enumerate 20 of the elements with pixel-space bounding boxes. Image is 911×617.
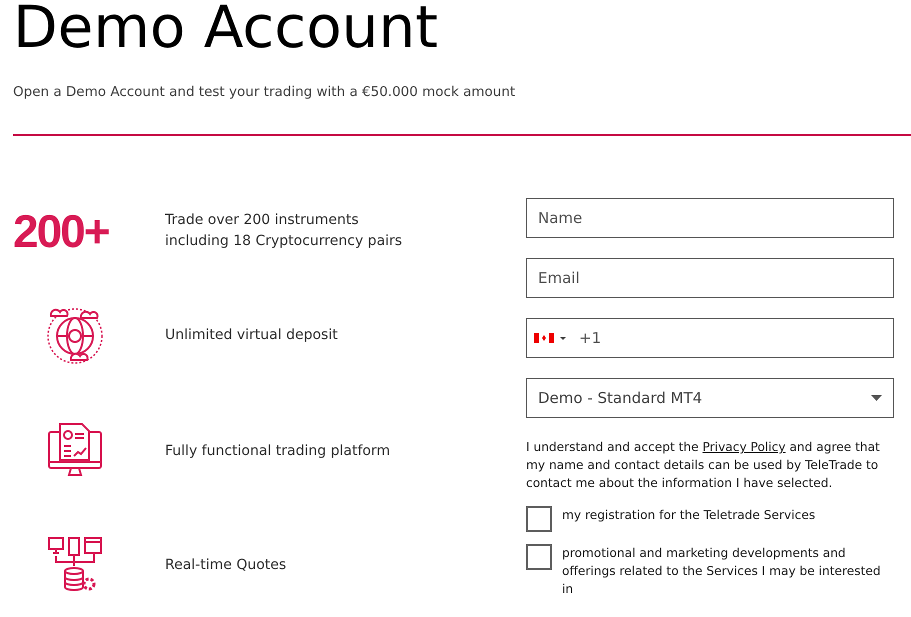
account-select[interactable]: Demo - Standard MT4 [526,378,894,418]
feature-text: Trade over 200 instruments including 18 Cryptocurrency pairs [165,211,404,252]
email-field[interactable]: Email [526,258,894,298]
name-field[interactable]: Name [526,198,894,238]
checkbox[interactable] [526,506,552,532]
feature-text: Real-time Quotes [165,556,288,575]
consent-text: I understand and accept the Privacy Policy and agree that my name and contact details can be used by TeleTrade to contact me about the information I have selected. [526,439,881,492]
checkbox-label: promotional and marketing developments and offerings related to the Services I may be interested in [562,545,882,598]
checkbox-label: my registration for the Teletrade Services [562,507,816,524]
feature-text: Fully functional trading platform [165,442,392,461]
page-title: Demo Account [13,0,439,56]
checkbox[interactable] [526,544,552,570]
big-number: 200+ [13,208,110,254]
privacy-policy-link[interactable]: Privacy Policy [702,440,786,454]
globe-icon [47,306,103,364]
page-subtitle: Open a Demo Account and test your trading with a €50.000 mock amount [13,83,516,102]
flag-icon[interactable] [534,333,566,344]
caret-icon[interactable] [871,395,882,402]
feature-text: Unlimited virtual deposit [165,326,339,345]
phone-field[interactable]: +1 [526,318,894,358]
